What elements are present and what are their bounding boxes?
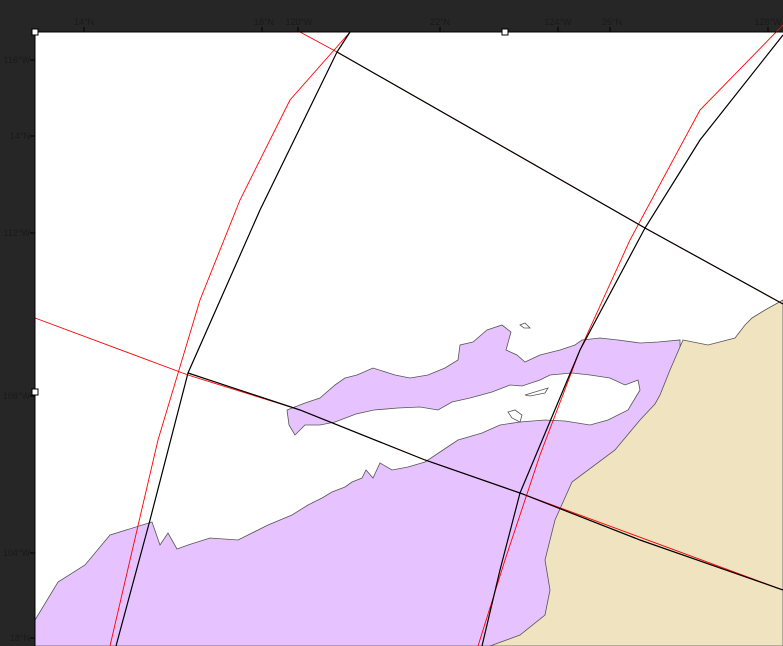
resize-handle-left[interactable] bbox=[31, 388, 39, 396]
top-axis-label: 14°N bbox=[74, 17, 94, 27]
left-axis-label: 104°W bbox=[3, 548, 31, 558]
left-axis-label: 116°W bbox=[4, 55, 31, 65]
top-axis-label: 26°N bbox=[602, 17, 622, 27]
resize-handle-top[interactable] bbox=[501, 28, 509, 36]
top-axis-label: 120°W bbox=[285, 17, 313, 27]
top-axis-label: 22°N bbox=[430, 17, 450, 27]
top-axis-label: 128°W bbox=[754, 17, 782, 27]
left-axis-label: 14°N bbox=[10, 131, 30, 141]
left-axis-label: 18°N bbox=[10, 633, 30, 643]
top-axis-label: 18°N bbox=[254, 17, 274, 27]
top-axis-label: 124°W bbox=[544, 17, 572, 27]
map-view[interactable]: 14°N 18°N 120°W 22°N 124°W 26°N 128°W 11… bbox=[0, 0, 783, 646]
left-axis-label: 108°W bbox=[3, 391, 31, 401]
resize-handle-top-left[interactable] bbox=[31, 28, 39, 36]
left-axis-label: 112°W bbox=[4, 228, 31, 238]
